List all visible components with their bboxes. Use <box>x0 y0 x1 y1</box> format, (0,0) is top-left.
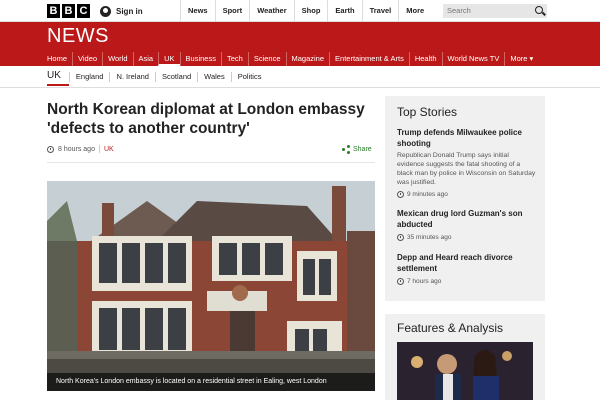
user-icon <box>100 5 111 17</box>
sign-in-label: Sign in <box>116 6 143 16</box>
top-story-item[interactable]: Mexican drug lord Guzman's son abducted … <box>397 208 537 241</box>
article-meta: 8 hours ago UK <box>47 145 114 153</box>
section-nav-item[interactable]: Video <box>72 52 102 66</box>
section-nav-item[interactable]: UK <box>158 52 180 66</box>
top-story-item[interactable]: Depp and Heard reach divorce settlement … <box>397 252 537 285</box>
more-label: More <box>406 6 425 15</box>
share-button[interactable]: Share <box>342 145 372 154</box>
global-nav-shop[interactable]: Shop <box>293 0 328 22</box>
features-panel: Features & Analysis <box>385 314 545 400</box>
logo-letter: B <box>62 4 75 18</box>
headline-divider <box>47 162 375 163</box>
top-story-time-label: 9 minutes ago <box>407 191 448 198</box>
clock-icon <box>397 191 404 198</box>
section-nav: Home Video World Asia UK Business Tech Science M… <box>47 52 538 66</box>
search-placeholder: Search <box>447 6 471 15</box>
sub-nav: UK England N. Ireland Scotland Wales Politic… <box>0 66 600 88</box>
news-masthead: NEWS Home Video World Asia UK Business Tech Sci… <box>0 22 600 66</box>
sign-in-link[interactable]: Sign in <box>100 0 143 22</box>
news-title[interactable]: NEWS <box>47 25 109 48</box>
global-nav-earth[interactable]: Earth <box>327 0 361 22</box>
clock-icon <box>397 278 404 285</box>
global-nav: News Sport Weather Shop Earth Travel Mor… <box>180 0 470 22</box>
top-stories-title: Top Stories <box>397 105 458 119</box>
top-story-title[interactable]: Trump defends Milwaukee police shooting <box>397 127 537 149</box>
article-headline: North Korean diplomat at London embassy … <box>47 101 365 137</box>
article-image: North Korea's London embassy is located … <box>47 181 375 391</box>
share-icon <box>342 145 350 154</box>
section-nav-item[interactable]: Asia <box>132 52 159 66</box>
bbc-logo[interactable]: B B C <box>47 4 90 18</box>
sub-nav-item[interactable]: England <box>68 72 110 82</box>
section-nav-item[interactable]: Magazine <box>285 52 330 66</box>
global-header: B B C Sign in News Sport Weather Shop Ea… <box>0 0 600 22</box>
meta-divider <box>98 145 100 153</box>
top-story-item[interactable]: Trump defends Milwaukee police shooting … <box>397 127 537 198</box>
top-stories-panel: Top Stories Trump defends Milwaukee poli… <box>385 96 545 301</box>
section-nav-item[interactable]: Business <box>179 52 221 66</box>
article-time: 8 hours ago <box>58 145 95 153</box>
section-nav-item[interactable]: Science <box>247 52 286 66</box>
top-story-time: 7 hours ago <box>397 278 537 285</box>
global-nav-news[interactable]: News <box>180 0 215 22</box>
sub-nav-item[interactable]: Wales <box>197 72 231 82</box>
section-nav-item[interactable]: Health <box>408 52 442 66</box>
top-story-time: 9 minutes ago <box>397 191 537 198</box>
global-nav-sport[interactable]: Sport <box>214 0 250 22</box>
clock-icon <box>47 145 54 153</box>
sub-nav-current[interactable]: UK <box>47 68 69 86</box>
article-section-link[interactable]: UK <box>104 146 114 153</box>
top-story-summary: Republican Donald Trump says initial evi… <box>397 152 536 186</box>
sub-nav-item[interactable]: N. Ireland <box>109 72 155 82</box>
section-nav-item[interactable]: Home <box>47 52 72 66</box>
search-input[interactable]: Search <box>443 4 547 18</box>
global-nav-travel[interactable]: Travel <box>361 0 399 22</box>
section-nav-item[interactable]: Tech <box>220 52 248 66</box>
section-nav-item[interactable]: World News TV <box>441 52 505 66</box>
feature-photo <box>397 342 533 400</box>
top-story-title[interactable]: Depp and Heard reach divorce settlement <box>397 252 537 274</box>
clock-icon <box>397 234 404 241</box>
logo-letter: B <box>47 4 60 18</box>
search-icon[interactable] <box>535 6 543 14</box>
sub-nav-item[interactable]: Scotland <box>154 72 197 82</box>
global-nav-weather[interactable]: Weather <box>249 0 293 22</box>
section-nav-item[interactable]: World <box>102 52 132 66</box>
share-label: Share <box>353 145 372 153</box>
top-story-time-label: 35 minutes ago <box>407 234 452 241</box>
logo-letter: C <box>77 4 90 18</box>
features-title: Features & Analysis <box>397 321 504 335</box>
sub-nav-item[interactable]: Politics <box>230 72 268 82</box>
embassy-house-photo <box>47 181 375 391</box>
section-nav-item[interactable]: More ▾ <box>504 52 538 66</box>
top-story-time-label: 7 hours ago <box>407 278 442 285</box>
feature-image[interactable] <box>397 342 533 400</box>
top-story-time: 35 minutes ago <box>397 234 537 241</box>
section-nav-item[interactable]: Entertainment & Arts <box>329 52 409 66</box>
image-caption: North Korea's London embassy is located … <box>47 373 375 391</box>
top-story-title[interactable]: Mexican drug lord Guzman's son abducted <box>397 208 537 230</box>
